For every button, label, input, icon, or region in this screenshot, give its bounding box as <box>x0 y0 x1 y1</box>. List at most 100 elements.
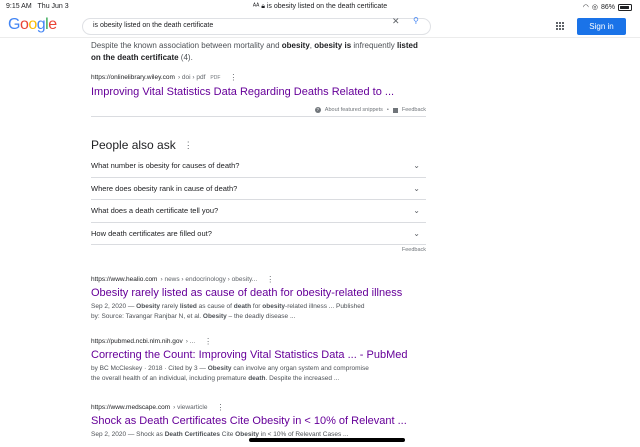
logo-letter: G <box>8 16 20 33</box>
paa-feedback-link[interactable]: Feedback <box>91 247 426 253</box>
cite-path: › news › endocrinology › obesity... <box>160 276 258 283</box>
file-type-badge: PDF <box>210 74 221 81</box>
snippet-part: (4). <box>178 53 193 62</box>
cite-path: › doi › pdf <box>177 74 206 81</box>
result-cite[interactable]: https://www.medscape.com › viewarticle ⋮ <box>91 403 426 412</box>
snippet-part: by: Source: Tavangar Ranjbar N, et al. <box>91 313 203 320</box>
google-logo[interactable]: Google <box>8 17 57 33</box>
paa-list: What number is obesity for causes of dea… <box>91 155 426 253</box>
snippet-part: as cause of <box>196 303 234 310</box>
more-vert-icon[interactable]: ⋮ <box>266 275 274 284</box>
paa-question-text: Where does obesity rank in cause of deat… <box>91 183 238 193</box>
result-cite[interactable]: https://www.healio.com › news › endocrin… <box>91 275 426 284</box>
cite-path: › viewarticle <box>173 404 208 411</box>
result-title[interactable]: Obesity rarely listed as cause of death … <box>91 286 426 300</box>
cite-site: https://www.medscape.com <box>91 404 171 411</box>
result-cite[interactable]: https://pubmed.ncbi.nlm.nih.gov › ... ⋮ <box>91 337 426 346</box>
chevron-down-icon: ⌄ <box>413 206 420 216</box>
paa-question[interactable]: How death certificates are filled out? ⌄ <box>91 223 426 245</box>
snippet-part: – the deadly disease ... <box>226 313 296 320</box>
more-vert-icon[interactable]: ⋮ <box>216 403 224 412</box>
featured-footer: ? About featured snippets • Feedback <box>91 107 426 117</box>
chevron-down-icon: ⌄ <box>413 161 420 171</box>
search-icon[interactable]: ⚲ <box>413 17 419 25</box>
about-featured-link[interactable]: About featured snippets <box>325 107 383 113</box>
battery-percent: 86% <box>600 3 615 11</box>
feedback-flag-icon <box>392 107 398 113</box>
more-vert-icon[interactable]: ⋮ <box>204 337 212 346</box>
paa-question[interactable]: What does a death certificate tell you? ⌄ <box>91 200 426 223</box>
cite-site: https://www.healio.com <box>91 276 158 283</box>
snippet-part: Despite the known association between mo… <box>91 41 282 50</box>
paa-question-text: How death certificates are filled out? <box>91 228 212 238</box>
snippet-bold: obesity is <box>314 41 352 50</box>
snippet-bold: Obesity <box>207 365 232 372</box>
search-result: https://www.medscape.com › viewarticle ⋮… <box>91 403 426 440</box>
address-bar[interactable]: ⁠ᴬᴬ 🔒︎ is obesity listed on the death ce… <box>0 3 640 11</box>
close-icon[interactable]: ✕ <box>392 17 400 26</box>
search-query: is obesity listed on the death certifica… <box>93 22 214 29</box>
status-right: ◠ ◎ 86% <box>583 3 632 11</box>
sign-in-button[interactable]: Sign in <box>577 18 626 35</box>
snippet-part: Sep 2, 2020 — Shock as <box>91 431 165 438</box>
featured-snippet-text: Despite the known association between mo… <box>91 40 426 64</box>
more-vert-icon[interactable]: ⋮ <box>229 73 237 82</box>
cite-path: › ... <box>185 338 196 345</box>
paa-question-text: What number is obesity for causes of dea… <box>91 161 240 171</box>
snippet-part: by BC McCleskey · 2018 · Cited by 3 — <box>91 365 208 372</box>
snippet-part: can involve any organ system and comprom… <box>231 365 369 372</box>
status-bar: 9:15 AM Thu Jun 3 ⁠ᴬᴬ 🔒︎ is obesity list… <box>0 0 640 14</box>
location-icon: ◎ <box>591 4 598 11</box>
address-url: is obesity listed on the death certifica… <box>266 3 388 10</box>
apps-grid-icon[interactable] <box>556 22 564 30</box>
snippet-part: for <box>251 303 263 310</box>
home-indicator[interactable] <box>249 438 405 442</box>
battery-icon <box>618 3 632 11</box>
wifi-icon: ◠ <box>582 4 589 11</box>
snippet-bold: death <box>248 375 266 382</box>
snippet-part: infrequently <box>351 41 397 50</box>
featured-result-title[interactable]: Improving Vital Statistics Data Regardin… <box>91 85 426 99</box>
result-title[interactable]: Correcting the Count: Improving Vital St… <box>91 348 426 362</box>
paa-question[interactable]: Where does obesity rank in cause of deat… <box>91 178 426 200</box>
snippet-part: Cite <box>220 431 236 438</box>
snippet-bold: death <box>233 303 252 310</box>
logo-letter: g <box>36 16 46 33</box>
paa-question-text: What does a death certificate tell you? <box>91 206 219 216</box>
search-header: Google is obesity listed on the death ce… <box>0 14 640 38</box>
search-result: https://www.healio.com › news › endocrin… <box>91 275 426 322</box>
text-size-icon: ⁠ᴬᴬ <box>252 3 260 10</box>
snippet-bold: Obesity <box>136 303 161 310</box>
snippet-bold: listed <box>179 303 197 310</box>
featured-cite[interactable]: https://onlinelibrary.wiley.com › doi › … <box>91 73 426 82</box>
snippet-part: Sep 2, 2020 — <box>91 303 137 310</box>
battery-fill <box>620 5 629 9</box>
paa-question[interactable]: What number is obesity for causes of dea… <box>91 155 426 178</box>
question-icon: ? <box>314 107 321 113</box>
snippet-bold: Obesity <box>235 431 260 438</box>
logo-letter: o <box>28 16 37 33</box>
chevron-down-icon: ⌄ <box>413 228 420 238</box>
paa-heading: People also ask ⋮ <box>91 138 426 152</box>
logo-letter: e <box>48 16 57 33</box>
snippet-part: . Despite the increased ... <box>265 375 340 382</box>
result-title[interactable]: Shock as Death Certificates Cite Obesity… <box>91 414 426 428</box>
snippet-part: the overall health of an individual, inc… <box>91 375 249 382</box>
cite-site: https://onlinelibrary.wiley.com <box>91 74 175 81</box>
feedback-link[interactable]: Feedback <box>402 107 426 113</box>
paa-title: People also ask <box>91 138 176 152</box>
snippet-bold: obesity <box>281 41 310 50</box>
search-input[interactable]: is obesity listed on the death certifica… <box>82 18 431 35</box>
snippet-bold: Obesity <box>202 313 227 320</box>
snippet-bold: obesity <box>262 303 286 310</box>
more-vert-icon[interactable]: ⋮ <box>184 140 193 151</box>
result-snippet: by BC McCleskey · 2018 · Cited by 3 — Ob… <box>91 364 426 384</box>
separator: • <box>386 107 389 113</box>
snippet-part: rarely <box>160 303 180 310</box>
chevron-down-icon: ⌄ <box>413 183 420 193</box>
search-result: https://pubmed.ncbi.nlm.nih.gov › ... ⋮ … <box>91 337 426 384</box>
lock-icon: 🔒︎ <box>261 3 265 10</box>
snippet-part: in < 10% of Relevant Cases ... <box>259 431 349 438</box>
cite-site: https://pubmed.ncbi.nlm.nih.gov <box>91 338 183 345</box>
featured-snippet: Despite the known association between mo… <box>91 38 426 64</box>
